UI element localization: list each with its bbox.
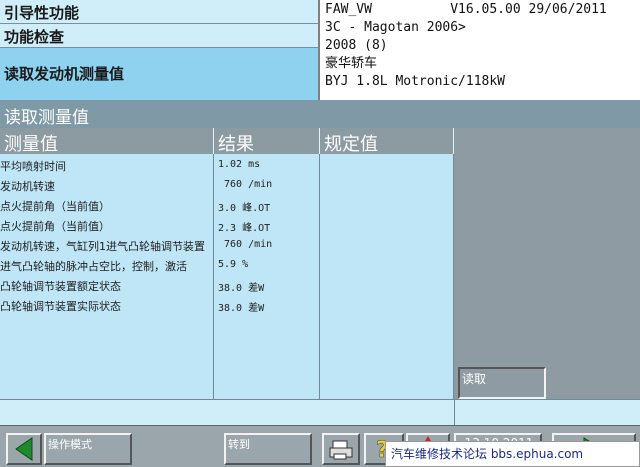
print-button[interactable] [322, 433, 360, 465]
operation-mode-button[interactable]: 操作模式 [44, 433, 132, 465]
goto-button[interactable]: 转到 [224, 433, 312, 465]
table-row-result: 38.0 差W [218, 303, 265, 314]
status-strip [0, 399, 640, 425]
breadcrumb-level2: 功能检查 [4, 28, 65, 46]
table-row-result: 760 /min [218, 179, 273, 190]
table-row-result: 1.02 ms [218, 159, 261, 170]
table-row-name: 点火提前角（当前值） [0, 220, 110, 233]
breadcrumb-current-function: 读取发动机测量值 [0, 48, 318, 100]
specified-column [320, 154, 454, 399]
table-row-name: 进气凸轮轴的脉冲占空比，控制，激活 [0, 260, 187, 273]
breadcrumb-level1: 引导性功能 [4, 4, 80, 22]
read-button[interactable]: 读取 [458, 367, 546, 399]
table-row-name: 发动机转速 [0, 180, 55, 193]
table-row-name: 凸轮轴调节装置额定状态 [0, 280, 121, 293]
table-row-result: 2.3 峰.OT [218, 223, 271, 234]
back-arrow-icon [15, 437, 33, 461]
forum-watermark: 汽车维修技术论坛 bbs.ephua.com [385, 441, 640, 467]
breadcrumb-level3: 读取发动机测量值 [4, 65, 125, 83]
breadcrumb-function-check: 功能检查 [0, 24, 318, 48]
status-divider [454, 399, 455, 425]
measurement-table: 平均喷射时间 1.02 ms 发动机转速 760 /min 点火提前角（当前值）… [0, 154, 320, 314]
vehicle-info-line-3: 2008 (8) [325, 38, 388, 53]
column-header-specified: 规定值 [320, 128, 454, 155]
vehicle-info-line-2: 3C - Magotan 2006> [325, 20, 466, 35]
vehicle-info-line-5: BYJ 1.8L Motronic/118kW [325, 74, 506, 89]
page-title: 读取测量值 [0, 100, 640, 128]
goto-label: 转到 [228, 438, 250, 451]
table-row-name: 平均喷射时间 [0, 160, 66, 173]
printer-icon [329, 440, 353, 460]
vehicle-info-line-4: 豪华轿车 [325, 56, 378, 71]
breadcrumb-guided-functions: 引导性功能 [0, 0, 318, 24]
table-row-result: 5.9 % [218, 259, 249, 270]
table-row-name: 点火提前角（当前值） [0, 200, 110, 213]
table-row-result: 760 /min [218, 239, 273, 250]
side-panel [454, 128, 640, 399]
column-header-measurement: 测量值 [0, 128, 214, 155]
vehicle-info-line-1: FAW_VW V16.05.00 29/06/2011 [325, 2, 607, 17]
table-row-result: 3.0 峰.OT [218, 203, 271, 214]
vehicle-info-panel: FAW_VW V16.05.00 29/06/2011 3C - Magotan… [318, 0, 640, 100]
table-row-name: 发动机转速，气缸列1进气凸轮轴调节装置 [0, 240, 205, 253]
column-header-result: 结果 [214, 128, 320, 155]
back-button[interactable] [6, 433, 42, 465]
table-row-result: 38.0 差W [218, 283, 265, 294]
table-row-name: 凸轮轴调节装置实际状态 [0, 300, 121, 313]
operation-mode-label: 操作模式 [48, 438, 92, 451]
